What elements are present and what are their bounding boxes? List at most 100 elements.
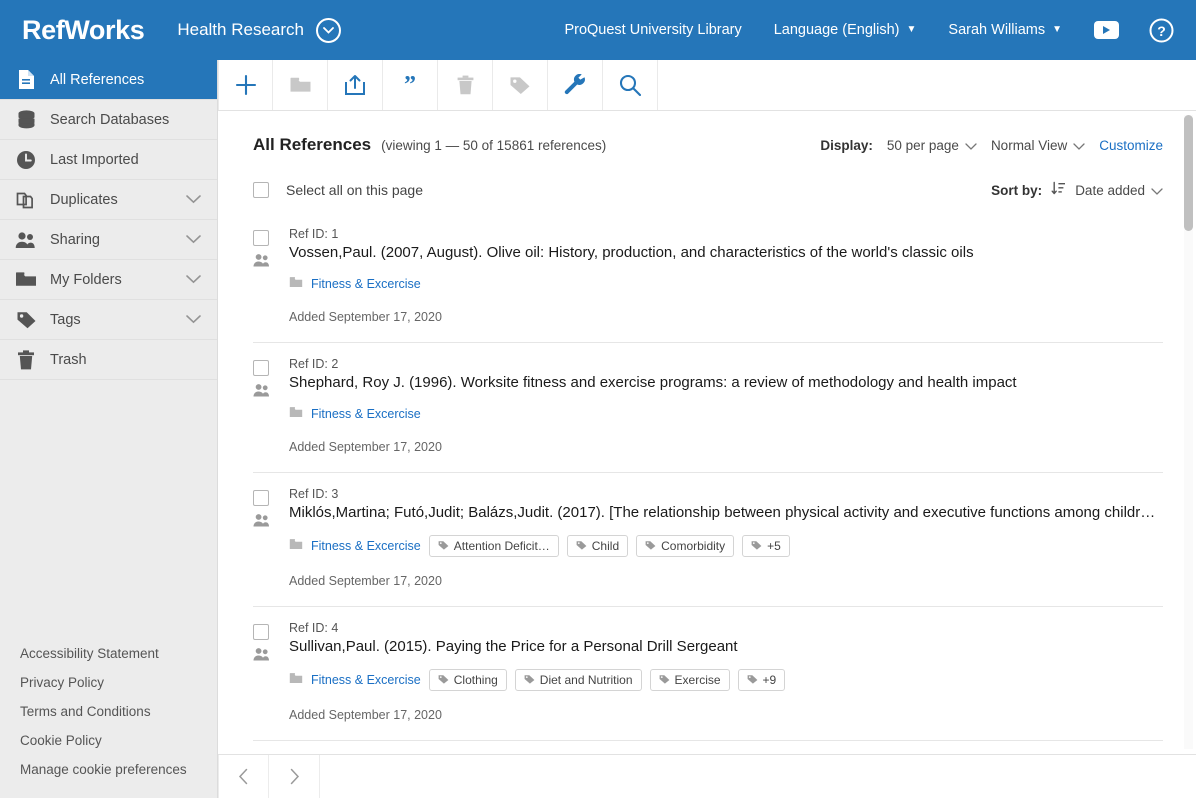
delete-button[interactable] <box>438 60 493 110</box>
sidebar-item-trash[interactable]: Trash <box>0 340 217 380</box>
add-reference-button[interactable] <box>218 60 273 110</box>
folder-chip[interactable]: Fitness & Excercise <box>289 405 421 423</box>
tag-icon <box>751 539 762 553</box>
scrollbar-thumb[interactable] <box>1184 115 1193 231</box>
sidebar-item-label: Duplicates <box>50 191 118 208</box>
folder-icon <box>14 271 38 288</box>
language-menu[interactable]: Language (English) ▼ <box>774 22 917 38</box>
display-controls: Display: 50 per page Normal View Customi… <box>820 138 1163 153</box>
folder-icon <box>289 671 303 689</box>
row-checkbox[interactable] <box>253 490 269 506</box>
people-icon <box>14 231 38 249</box>
link-privacy-policy[interactable]: Privacy Policy <box>0 668 217 697</box>
citation-button[interactable]: ” <box>383 60 438 110</box>
sidebar-item-all-references[interactable]: All References <box>0 60 217 100</box>
chevron-down-icon <box>1073 138 1085 153</box>
tag-chip[interactable]: Diet and Nutrition <box>514 669 642 691</box>
vertical-scrollbar[interactable] <box>1184 115 1193 749</box>
sidebar-item-search-databases[interactable]: Search Databases <box>0 100 217 140</box>
select-all-checkbox[interactable] <box>253 182 269 198</box>
ref-title[interactable]: Sullivan,Paul. (2015). Paying the Price … <box>289 638 1163 655</box>
link-accessibility-statement[interactable]: Accessibility Statement <box>0 639 217 668</box>
tools-button[interactable] <box>548 60 603 110</box>
row-checkbox[interactable] <box>253 360 269 376</box>
sidebar-item-my-folders[interactable]: My Folders <box>0 260 217 300</box>
user-menu[interactable]: Sarah Williams ▼ <box>948 22 1062 38</box>
folder-chip[interactable]: Fitness & Excercise <box>289 671 421 689</box>
chevron-down-icon <box>186 192 201 208</box>
customize-link[interactable]: Customize <box>1099 138 1163 153</box>
folder-chip[interactable]: Fitness & Excercise <box>289 537 421 555</box>
table-row[interactable]: Ref ID: 5 Branscombe,Jason. (2015). Curr… <box>253 741 1163 754</box>
folder-chip[interactable]: Fitness & Excercise <box>289 275 421 293</box>
table-row[interactable]: Ref ID: 3 Miklós,Martina; Futó,Judit; Ba… <box>253 473 1163 607</box>
ref-id: Ref ID: 4 <box>289 621 339 635</box>
next-page-button[interactable] <box>269 755 320 798</box>
tag-icon <box>14 310 38 329</box>
table-row[interactable]: Ref ID: 2 Shephard, Roy J. (1996). Works… <box>253 343 1163 473</box>
sidebar-item-label: All References <box>50 71 145 88</box>
tag-chip[interactable]: Clothing <box>428 669 507 691</box>
link-manage-cookie-preferences[interactable]: Manage cookie preferences <box>0 755 217 784</box>
ref-id: Ref ID: 1 <box>289 227 339 241</box>
content-inner: All References (viewing 1 — 50 of 15861 … <box>218 111 1196 754</box>
share-export-button[interactable] <box>328 60 383 110</box>
ref-title[interactable]: Vossen,Paul. (2007, August). Olive oil: … <box>289 244 1163 261</box>
display-label: Display: <box>820 138 873 153</box>
row-checkbox[interactable] <box>253 230 269 246</box>
trash-icon <box>14 349 38 370</box>
sort-dropdown[interactable]: Date added <box>1075 183 1163 198</box>
per-page-dropdown[interactable]: 50 per page <box>887 138 977 153</box>
table-row[interactable]: Ref ID: 4 Sullivan,Paul. (2015). Paying … <box>253 607 1163 741</box>
help-icon[interactable]: ? <box>1149 18 1174 43</box>
previous-page-button[interactable] <box>218 755 269 798</box>
ref-title[interactable]: Miklós,Martina; Futó,Judit; Balázs,Judit… <box>289 504 1163 521</box>
search-button[interactable] <box>603 60 658 110</box>
sidebar-item-tags[interactable]: Tags <box>0 300 217 340</box>
row-checkbox[interactable] <box>253 624 269 640</box>
sidebar-item-duplicates[interactable]: Duplicates <box>0 180 217 220</box>
tag-overflow-chip[interactable]: +5 <box>742 535 790 557</box>
tag-chip[interactable]: Attention Deficit… <box>428 535 559 557</box>
document-icon <box>14 69 38 90</box>
app-body: All References Search Databases Last Imp… <box>0 60 1196 798</box>
page-title: All References <box>253 135 372 154</box>
sidebar-item-sharing[interactable]: Sharing <box>0 220 217 260</box>
ref-added-date: Added September 17, 2020 <box>289 574 442 588</box>
row-gutter <box>253 621 289 722</box>
main-panel: ” All References (viewing 1 — 50 of 1586… <box>218 60 1196 798</box>
view-mode-dropdown[interactable]: Normal View <box>991 138 1085 153</box>
tag-chip[interactable]: Comorbidity <box>636 535 735 557</box>
ref-added-date: Added September 17, 2020 <box>289 310 442 324</box>
row-content: Ref ID: 1 Vossen,Paul. (2007, August). O… <box>289 227 1163 324</box>
tag-chip[interactable]: Child <box>566 535 629 557</box>
sidebar-item-last-imported[interactable]: Last Imported <box>0 140 217 180</box>
tag-icon <box>747 673 758 687</box>
sort-controls: Sort by: Date added <box>991 181 1163 199</box>
folder-icon <box>289 537 303 555</box>
per-page-value: 50 per page <box>886 138 959 153</box>
link-terms-and-conditions[interactable]: Terms and Conditions <box>0 697 217 726</box>
ref-meta: Fitness & Excercise Clothing Diet and Nu… <box>289 669 1163 691</box>
select-all-row: Select all on this page Sort by: Date ad… <box>253 155 1163 199</box>
tag-button[interactable] <box>493 60 548 110</box>
tag-overflow-chip[interactable]: +9 <box>737 669 786 691</box>
tag-chip[interactable]: Exercise <box>649 669 730 691</box>
action-toolbar: ” <box>218 60 1196 111</box>
project-selector[interactable]: Health Research <box>177 17 341 43</box>
institution-text: ProQuest University Library <box>564 22 742 38</box>
row-content: Ref ID: 4 Sullivan,Paul. (2015). Paying … <box>289 621 1163 722</box>
add-to-folder-button[interactable] <box>273 60 328 110</box>
tag-label: Child <box>591 539 620 553</box>
project-name: Health Research <box>177 20 304 39</box>
youtube-icon[interactable] <box>1094 21 1119 39</box>
ref-title[interactable]: Shephard, Roy J. (1996). Worksite fitnes… <box>289 374 1163 391</box>
sort-direction-icon[interactable] <box>1051 181 1066 199</box>
sidebar-item-label: Sharing <box>50 231 100 248</box>
chevron-down-icon <box>186 272 201 288</box>
table-row[interactable]: Ref ID: 1 Vossen,Paul. (2007, August). O… <box>253 213 1163 343</box>
link-cookie-policy[interactable]: Cookie Policy <box>0 726 217 755</box>
chevron-down-icon: ▼ <box>1052 24 1062 35</box>
folder-name: Fitness & Excercise <box>311 673 421 687</box>
